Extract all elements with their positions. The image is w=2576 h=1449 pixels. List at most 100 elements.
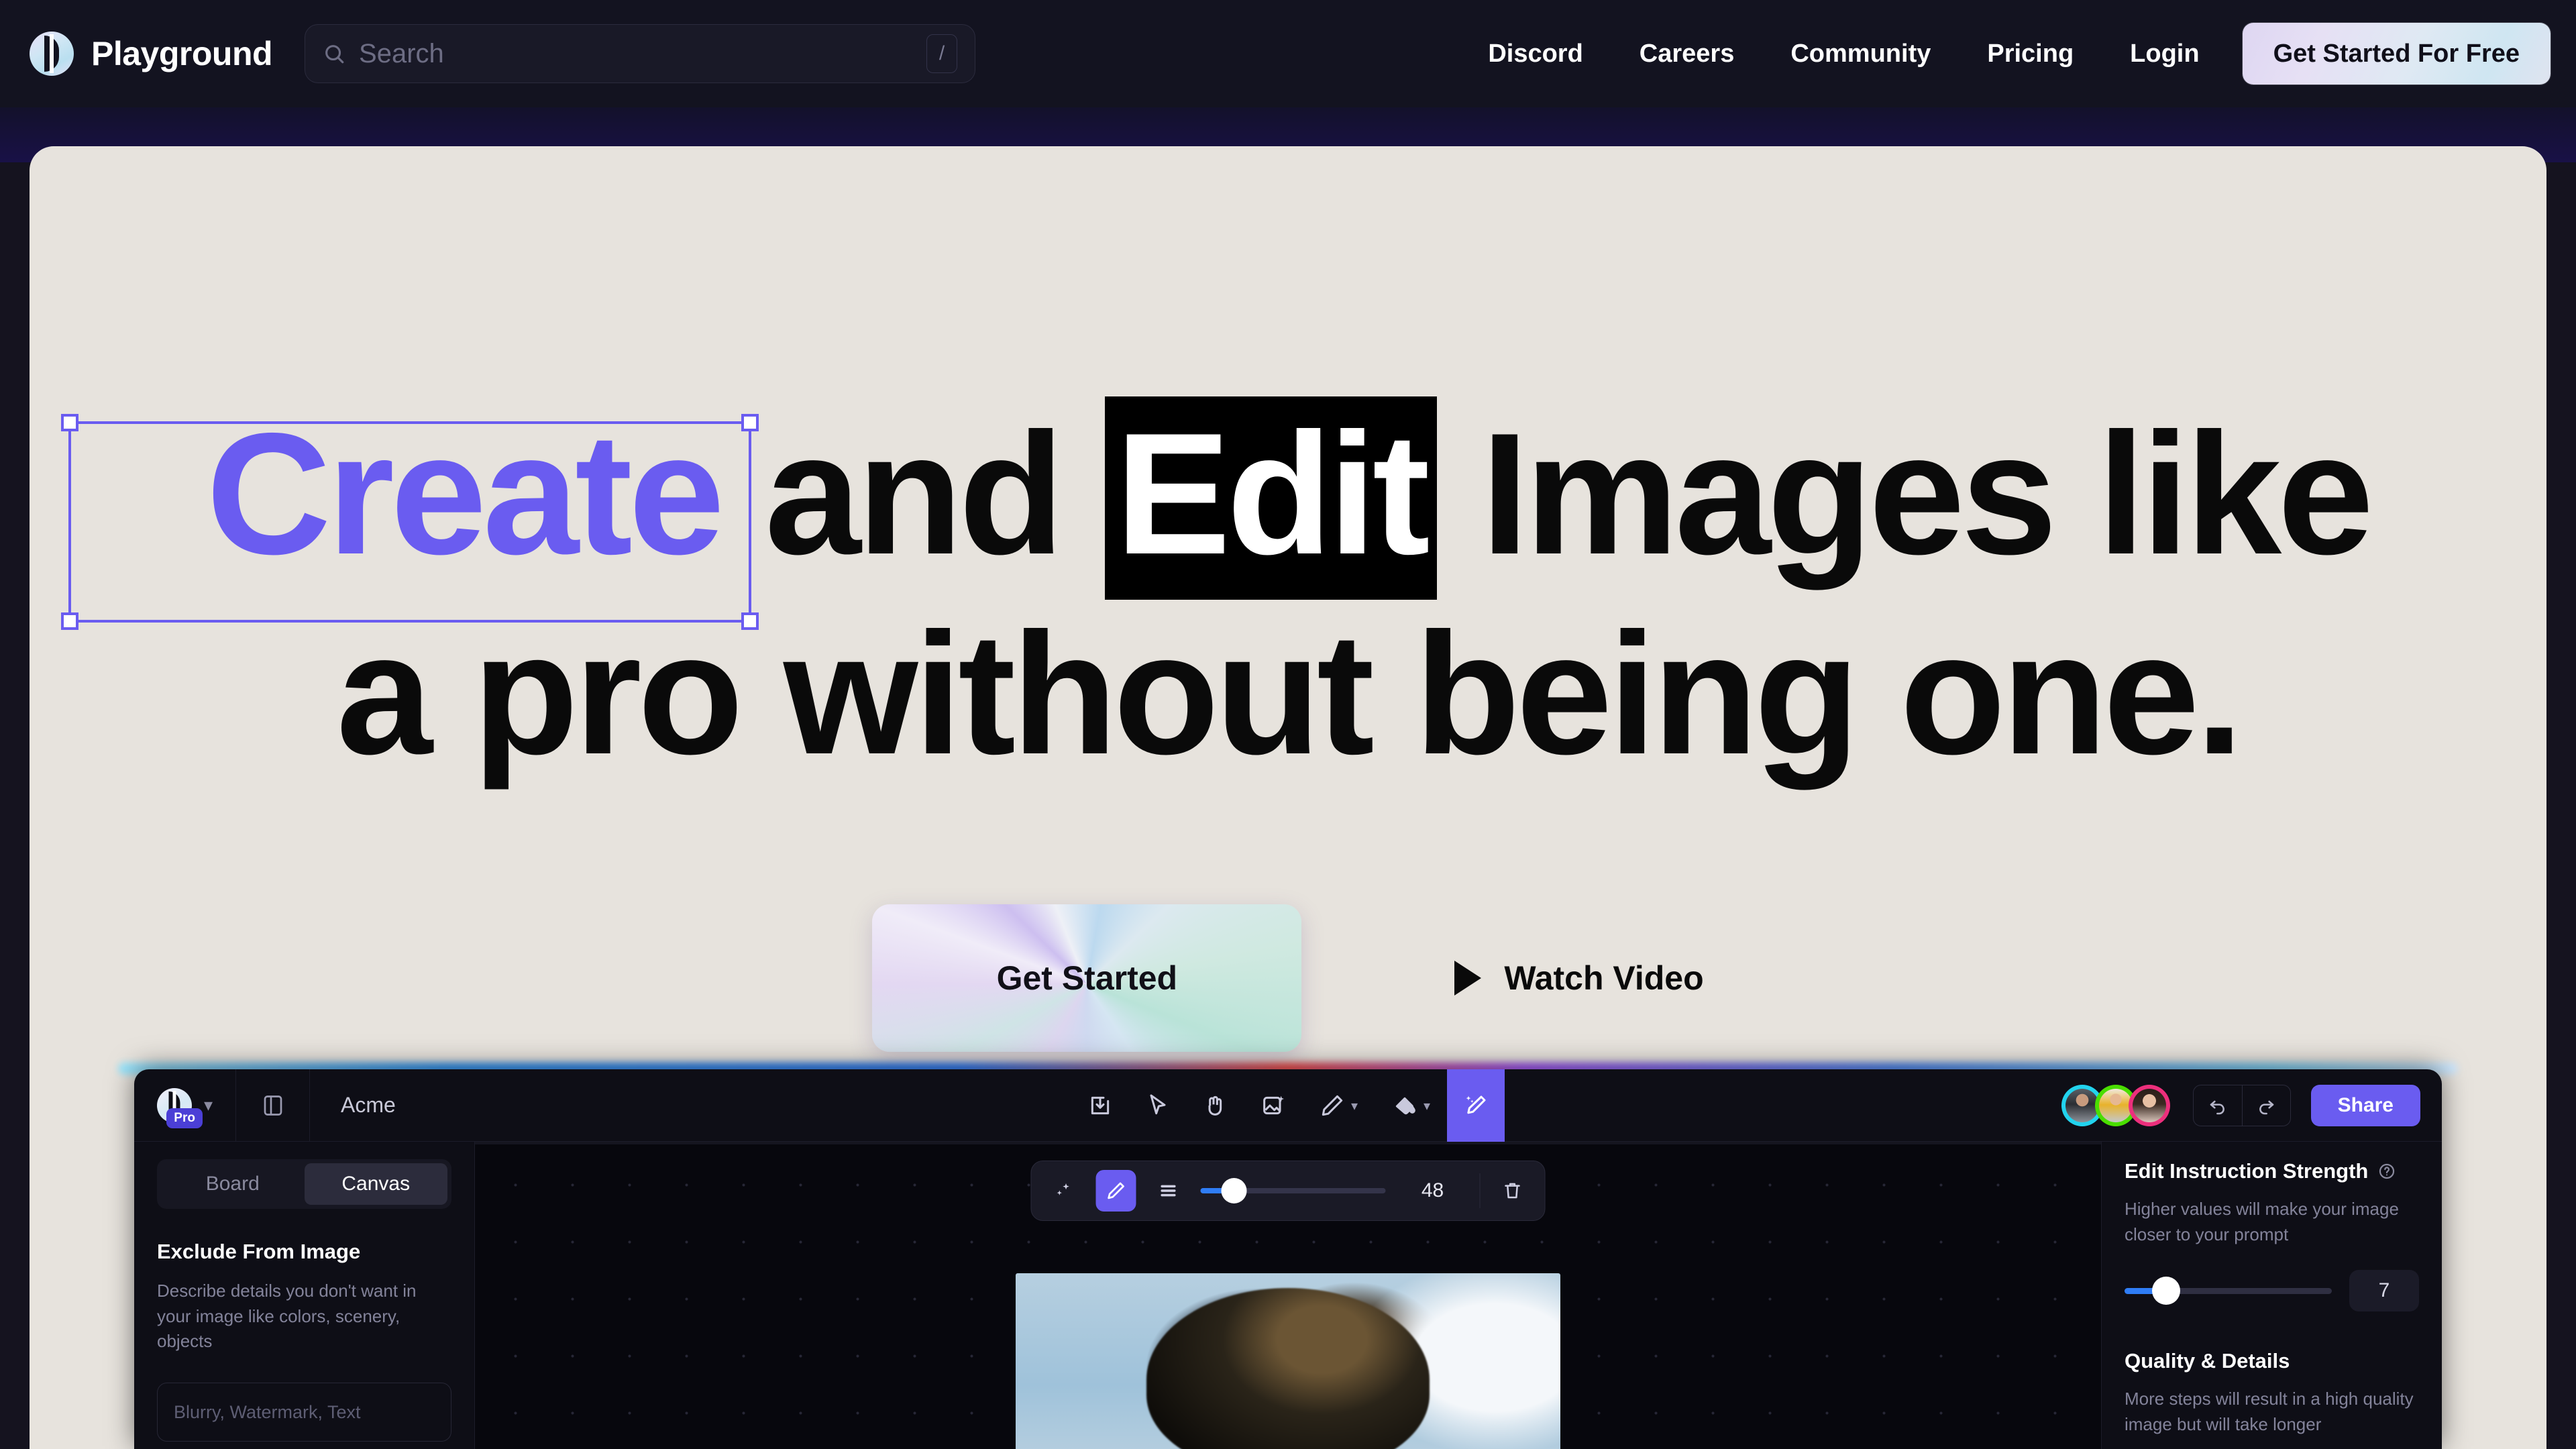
import-icon: [1091, 1096, 1110, 1115]
get-started-for-free-button[interactable]: Get Started For Free: [2242, 23, 2551, 85]
quality-details-label: Quality & Details: [2125, 1349, 2290, 1373]
search-input[interactable]: Search /: [305, 24, 976, 83]
playground-mini-logo-icon: Pro: [156, 1087, 203, 1128]
tab-board[interactable]: Board: [161, 1163, 305, 1205]
delete-button[interactable]: [1493, 1170, 1533, 1212]
headline-word-edit: Edit: [1104, 396, 1437, 600]
trash-icon: [1505, 1183, 1520, 1199]
divider: [1479, 1173, 1481, 1208]
watch-video-button[interactable]: Watch Video: [1454, 959, 1704, 998]
nav-link-pricing[interactable]: Pricing: [1959, 40, 2102, 68]
brush-options-toolbar: 48: [1030, 1161, 1546, 1221]
nav-link-community[interactable]: Community: [1762, 40, 1959, 68]
brush-tool-button[interactable]: [1095, 1170, 1136, 1212]
board-canvas-tabs: Board Canvas: [157, 1159, 451, 1209]
search-icon: [325, 45, 344, 64]
fill-tool-button[interactable]: ▾: [1375, 1069, 1447, 1142]
pro-badge: Pro: [166, 1108, 203, 1128]
brush-size-value[interactable]: 48: [1398, 1171, 1468, 1211]
app-window: Pro ▾ Acme ▾ ▾ Share Board Canvas Exclud…: [134, 1069, 2442, 1449]
undo-icon: [2210, 1100, 2224, 1114]
image-subject: [1146, 1288, 1430, 1449]
canvas-ruler: [475, 1142, 2101, 1144]
pencil-tool-button[interactable]: ▾: [1302, 1069, 1375, 1142]
get-started-button[interactable]: Get Started: [872, 904, 1302, 1052]
edit-strength-value[interactable]: 7: [2349, 1270, 2419, 1312]
app-body: Board Canvas Exclude From Image Describe…: [134, 1142, 2442, 1449]
redo-icon: [2259, 1100, 2274, 1114]
import-tool-button[interactable]: [1071, 1069, 1129, 1142]
project-name[interactable]: Acme: [341, 1093, 396, 1118]
sparkles-icon: [1057, 1183, 1069, 1195]
chevron-down-icon: ▾: [1423, 1098, 1431, 1114]
pan-tool-button[interactable]: [1187, 1069, 1244, 1142]
negative-prompt-input[interactable]: Blurry, Watermark, Text: [157, 1383, 451, 1442]
top-navigation-bar: Playground Search / Discord Careers Comm…: [0, 0, 2576, 107]
app-toolbar: Pro ▾ Acme ▾ ▾ Share: [134, 1069, 2442, 1142]
brush-size-slider[interactable]: [1200, 1178, 1386, 1203]
avatar[interactable]: [2128, 1084, 2170, 1126]
history-controls: [2192, 1084, 2291, 1126]
chevron-down-icon: ▾: [1350, 1098, 1358, 1114]
nav-link-discord[interactable]: Discord: [1460, 40, 1611, 68]
headline-word-create: Create: [206, 396, 724, 590]
add-image-tool-button[interactable]: [1244, 1069, 1302, 1142]
edit-strength-slider[interactable]: [2125, 1277, 2332, 1305]
panel-icon: [264, 1095, 282, 1116]
add-image-icon: [1263, 1095, 1284, 1115]
headline-word-and: and: [765, 396, 1065, 590]
playground-logo-icon: [30, 32, 74, 76]
edit-instruction-strength-description: Higher values will make your image close…: [2125, 1199, 2399, 1244]
brush-style-button[interactable]: [1148, 1170, 1189, 1212]
play-icon: [1454, 961, 1482, 996]
watch-video-label: Watch Video: [1504, 959, 1704, 997]
collaborator-avatars: [2061, 1084, 2170, 1126]
chevron-down-icon: ▾: [203, 1095, 213, 1115]
exclude-from-image-title: Exclude From Image: [157, 1240, 361, 1263]
app-toolbar-right: Share: [2061, 1084, 2442, 1126]
select-tool-button[interactable]: [1129, 1069, 1187, 1142]
tab-canvas[interactable]: Canvas: [304, 1163, 447, 1205]
nav-link-login[interactable]: Login: [2102, 40, 2227, 68]
edit-instruction-strength-title: Edit Instruction Strength: [2125, 1159, 2419, 1183]
pencil-icon: [1108, 1182, 1124, 1199]
headline-tail: Images like: [1481, 396, 2373, 590]
workspace-switcher[interactable]: Pro ▾: [134, 1069, 236, 1141]
cursor-icon: [1150, 1094, 1166, 1115]
nav-link-careers[interactable]: Careers: [1611, 40, 1763, 68]
edit-strength-label: Edit Instruction Strength: [2125, 1159, 2369, 1183]
slider-knob[interactable]: [2151, 1277, 2180, 1305]
quality-details-description: More steps will result in a high quality…: [2125, 1389, 2414, 1435]
quality-details-title: Quality & Details: [2125, 1349, 2419, 1373]
nav-links: Discord Careers Community Pricing Login …: [1460, 23, 2576, 85]
page-title-line-2: a pro without being one.: [336, 596, 2243, 790]
hero-cta-row: Get Started Watch Video: [30, 904, 2546, 1052]
lines-icon: [1161, 1185, 1176, 1197]
right-settings-panel: Edit Instruction Strength Higher values …: [2101, 1142, 2442, 1449]
redo-button[interactable]: [2241, 1085, 2290, 1126]
brand-logo-link[interactable]: Playground: [30, 32, 273, 76]
fill-icon: [1395, 1097, 1415, 1115]
search-shortcut-key: /: [926, 34, 958, 73]
magic-edit-tool-button[interactable]: [1447, 1069, 1505, 1142]
slider-knob[interactable]: [1221, 1178, 1247, 1203]
exclude-from-image-description: Describe details you don't want in your …: [157, 1281, 417, 1352]
magic-edit-icon: [1466, 1095, 1486, 1114]
share-button[interactable]: Share: [2310, 1084, 2420, 1126]
slider-track[interactable]: [1200, 1178, 1386, 1203]
pencil-icon: [1322, 1095, 1343, 1116]
search-placeholder: Search: [359, 38, 444, 68]
hero-section: Create and Edit Images like a pro withou…: [30, 146, 2546, 1449]
app-mockup: Pro ▾ Acme ▾ ▾ Share Board Canvas Exclud…: [118, 1063, 2458, 1449]
page-title-line-1: Create and Edit Images like: [30, 396, 2546, 600]
help-icon[interactable]: [2377, 1162, 2396, 1181]
left-settings-panel: Board Canvas Exclude From Image Describe…: [134, 1142, 475, 1449]
brand-name: Playground: [91, 35, 273, 72]
canvas-image[interactable]: [1016, 1273, 1560, 1449]
undo-button[interactable]: [2194, 1085, 2242, 1126]
hand-icon: [1208, 1095, 1222, 1116]
edit-strength-slider-row: 7: [2125, 1270, 2419, 1312]
toggle-sidebar-button[interactable]: [236, 1069, 310, 1141]
canvas-area[interactable]: 48: [475, 1142, 2101, 1449]
ai-suggest-button[interactable]: [1044, 1170, 1084, 1212]
